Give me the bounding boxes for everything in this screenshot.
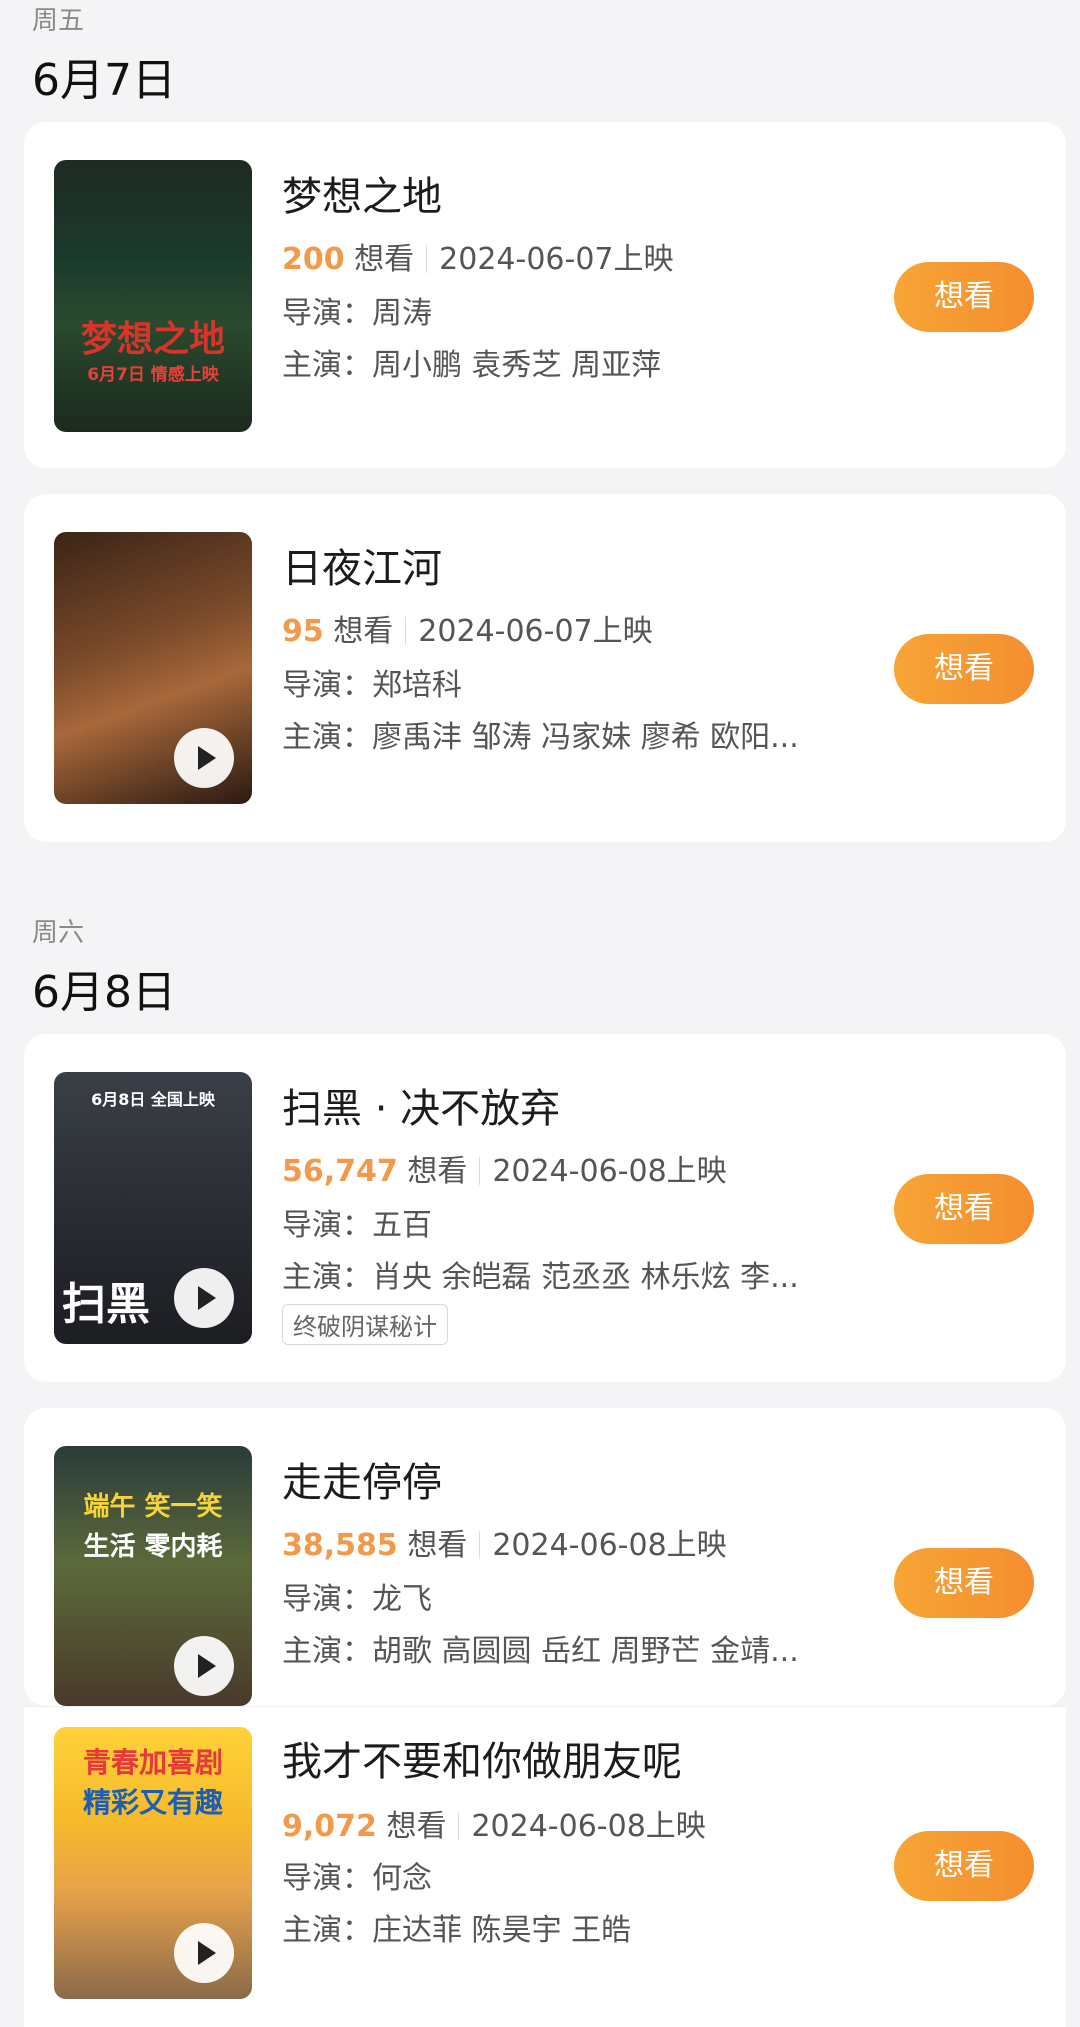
- movie-card[interactable]: 梦想之地 6月7日 情感上映 梦想之地 200 想看 2024-06-07上映 导…: [24, 122, 1066, 468]
- poster-title: 端午 笑一笑: [83, 1492, 223, 1522]
- divider: [479, 1157, 481, 1185]
- movie-title[interactable]: 我才不要和你做朋友呢: [282, 1729, 682, 1787]
- poster-subtitle: 6月7日 情感上映: [87, 365, 219, 385]
- poster-title: 青春加喜剧: [82, 1746, 223, 1779]
- date-heading: 6月8日: [32, 967, 176, 1018]
- movie-title[interactable]: 走走停停: [282, 1450, 442, 1508]
- divider: [426, 245, 428, 273]
- want-to-watch-button[interactable]: 想看: [894, 1548, 1034, 1618]
- weekday-label: 周五: [32, 6, 85, 36]
- release-date: 2024-06-07上映: [418, 614, 653, 649]
- movie-meta: 56,747 想看 2024-06-08上映: [282, 1146, 727, 1190]
- movie-cast: 主演：廖禹沣 邹涛 冯家妹 廖希 欧阳...: [282, 720, 799, 755]
- divider: [458, 1812, 460, 1840]
- movie-director: 导演：何念: [282, 1861, 432, 1896]
- poster-subtitle: 6月8日 全国上映: [91, 1090, 215, 1109]
- movie-poster[interactable]: 梦想之地 6月7日 情感上映: [54, 160, 252, 432]
- movie-card[interactable]: 端午 笑一笑 生活 零内耗 走走停停 38,585 想看 2024-06-08上映…: [24, 1408, 1066, 1706]
- movie-poster[interactable]: 青春加喜剧 精彩又有趣: [54, 1727, 252, 1999]
- date-heading: 6月7日: [32, 55, 176, 106]
- want-label: 想看: [407, 1528, 468, 1563]
- movie-title[interactable]: 扫黑 · 决不放弃: [282, 1076, 560, 1134]
- divider: [405, 617, 407, 645]
- movie-meta: 9,072 想看 2024-06-08上映: [282, 1801, 706, 1845]
- movie-title[interactable]: 梦想之地: [282, 164, 442, 222]
- want-to-watch-button[interactable]: 想看: [894, 1831, 1034, 1901]
- want-count: 9,072: [282, 1809, 377, 1844]
- divider: [479, 1531, 481, 1559]
- release-date: 2024-06-07上映: [439, 242, 674, 277]
- want-to-watch-button[interactable]: 想看: [894, 262, 1034, 332]
- want-label: 想看: [407, 1154, 468, 1189]
- movie-poster[interactable]: 端午 笑一笑 生活 零内耗: [54, 1446, 252, 1706]
- poster-subtitle: 精彩又有趣: [82, 1786, 223, 1819]
- want-count: 95: [282, 614, 324, 649]
- release-date: 2024-06-08上映: [471, 1809, 706, 1844]
- movie-director: 导演：周涛: [282, 296, 432, 331]
- movie-meta: 95 想看 2024-06-07上映: [282, 606, 653, 650]
- movie-poster[interactable]: 6月8日 全国上映 扫黑: [54, 1072, 252, 1344]
- want-label: 想看: [354, 242, 415, 277]
- movie-meta: 200 想看 2024-06-07上映: [282, 234, 674, 278]
- movie-tag: 终破阴谋秘计: [282, 1304, 448, 1345]
- movie-cast: 主演：庄达菲 陈昊宇 王皓: [282, 1913, 632, 1948]
- movie-director: 导演：五百: [282, 1208, 432, 1243]
- play-icon[interactable]: [174, 1268, 234, 1328]
- release-date: 2024-06-08上映: [492, 1154, 727, 1189]
- weekday-label: 周六: [32, 918, 85, 948]
- release-date: 2024-06-08上映: [492, 1528, 727, 1563]
- play-icon[interactable]: [174, 728, 234, 788]
- play-icon[interactable]: [174, 1923, 234, 1983]
- want-count: 56,747: [282, 1154, 398, 1189]
- want-to-watch-button[interactable]: 想看: [894, 634, 1034, 704]
- movie-director: 导演：郑培科: [282, 668, 462, 703]
- poster-title: 梦想之地: [80, 319, 225, 360]
- poster-subtitle: 生活 零内耗: [83, 1532, 223, 1562]
- movie-poster[interactable]: [54, 532, 252, 804]
- movie-meta: 38,585 想看 2024-06-08上映: [282, 1520, 727, 1564]
- movie-director: 导演：龙飞: [282, 1582, 432, 1617]
- movie-cast: 主演：周小鹏 袁秀芝 周亚萍: [282, 348, 662, 383]
- movie-card[interactable]: 青春加喜剧 精彩又有趣 我才不要和你做朋友呢 9,072 想看 2024-06-0…: [24, 1706, 1066, 2027]
- movie-card[interactable]: 日夜江河 95 想看 2024-06-07上映 导演：郑培科 主演：廖禹沣 邹涛 …: [24, 494, 1066, 842]
- want-count: 38,585: [282, 1528, 398, 1563]
- want-label: 想看: [333, 614, 394, 649]
- want-label: 想看: [386, 1809, 447, 1844]
- movie-title[interactable]: 日夜江河: [282, 536, 442, 594]
- movie-cast: 主演：胡歌 高圆圆 岳红 周野芒 金靖...: [282, 1634, 799, 1669]
- want-to-watch-button[interactable]: 想看: [894, 1174, 1034, 1244]
- want-count: 200: [282, 242, 345, 277]
- movie-cast: 主演：肖央 余皑磊 范丞丞 林乐炫 李...: [282, 1260, 799, 1295]
- movie-card[interactable]: 6月8日 全国上映 扫黑 扫黑 · 决不放弃 56,747 想看 2024-06-…: [24, 1034, 1066, 1382]
- play-icon[interactable]: [174, 1636, 234, 1696]
